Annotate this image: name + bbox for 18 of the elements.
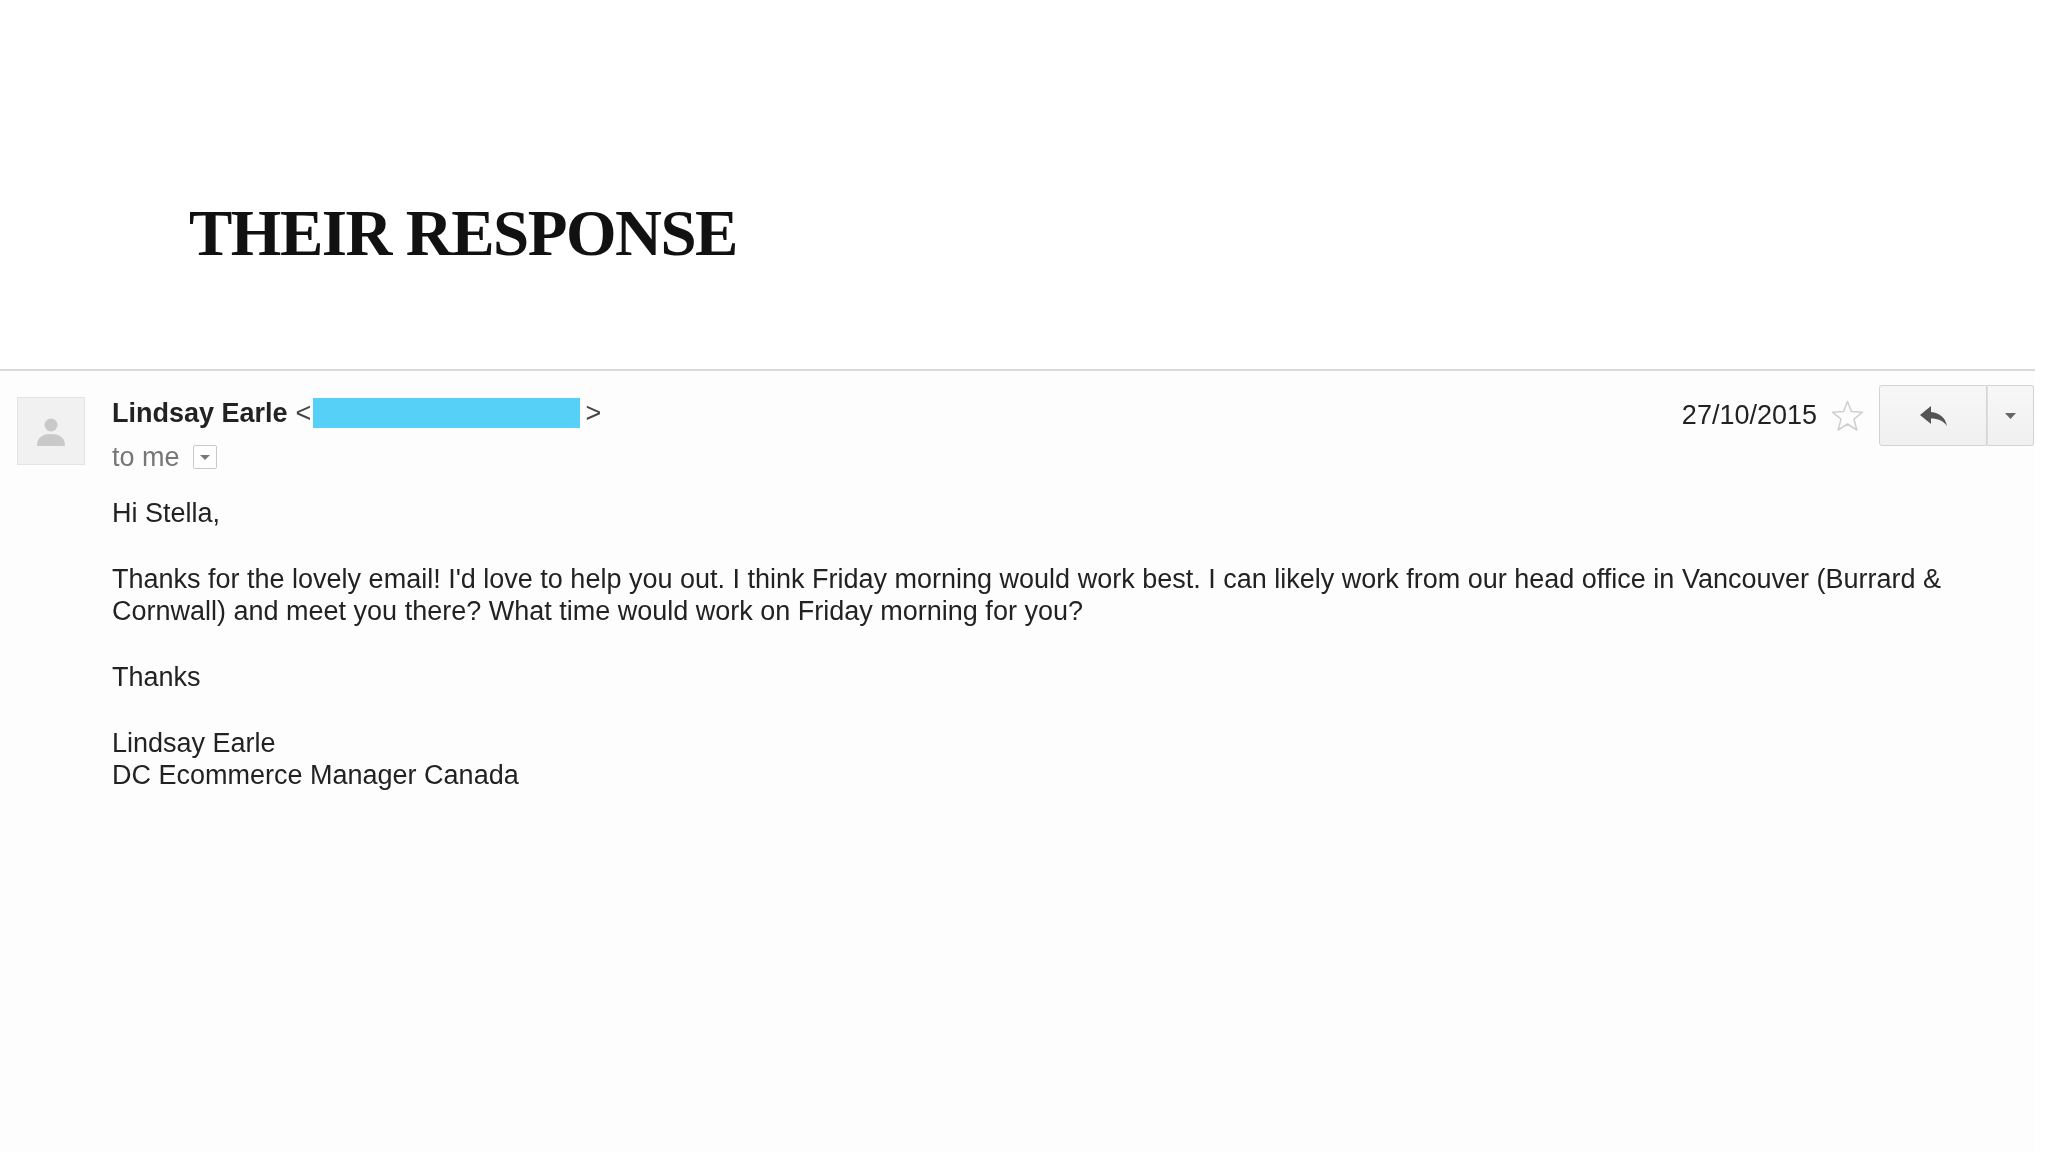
reply-button[interactable] — [1879, 385, 1987, 446]
address-bracket: < — [295, 397, 312, 429]
signature-line: DC Ecommerce Manager Canada — [112, 759, 519, 791]
slide-title: THEIR RESPONSE — [189, 201, 737, 266]
message-date: 27/10/2015 — [1681, 400, 1817, 431]
reply-arrow-icon — [1919, 405, 1947, 426]
signature-line: Lindsay Earle — [112, 727, 276, 759]
caret-icon — [2005, 412, 2016, 419]
message-paragraph: Thanks — [112, 661, 201, 693]
caret-icon — [199, 454, 210, 460]
recipient-details-button[interactable] — [192, 445, 217, 469]
person-avatar-icon — [17, 397, 85, 465]
sender-name: Lindsay Earle — [112, 397, 288, 429]
address-bracket: > — [585, 397, 602, 429]
message-paragraph: Thanks for the lovely email! I'd love to help you out. I think Friday morning would work best. I can likely work from our head office in Vancouver (Burrard & Cornwall) and meet you there? What time would work on Friday morning for you? — [112, 563, 1942, 627]
star-icon[interactable] — [1831, 399, 1864, 432]
message-paragraph: Hi Stella, — [112, 497, 221, 529]
recipient-text: to me — [112, 441, 180, 473]
